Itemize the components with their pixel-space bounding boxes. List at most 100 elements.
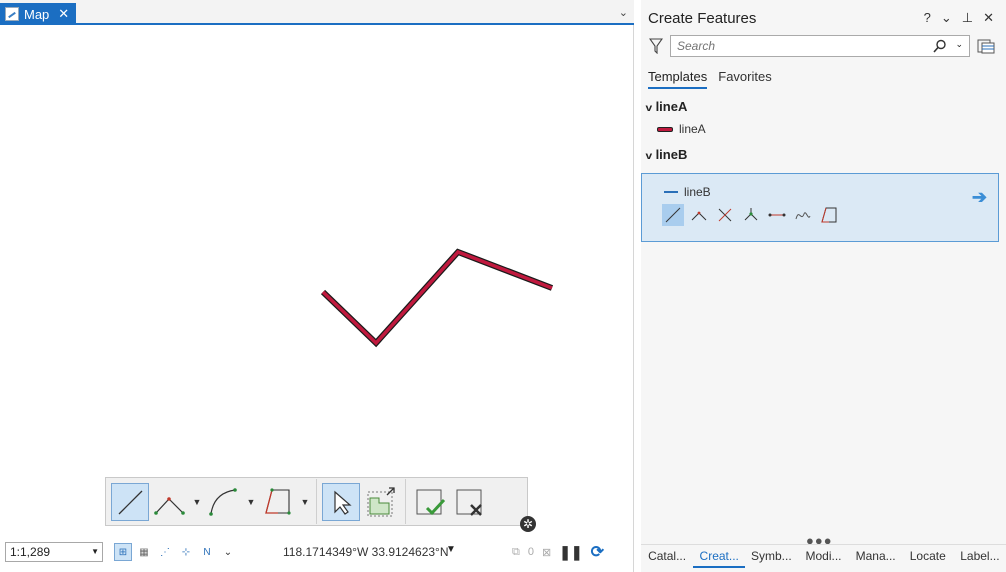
cursor-arrow-icon bbox=[334, 490, 352, 515]
chevron-down-icon[interactable]: ▼ bbox=[244, 497, 258, 507]
help-icon[interactable]: ? bbox=[924, 10, 931, 26]
midpoint-icon bbox=[718, 208, 732, 222]
midpoint-button[interactable] bbox=[714, 204, 736, 226]
trace-button[interactable] bbox=[818, 204, 840, 226]
correction-icon[interactable]: ⊹ bbox=[177, 543, 195, 561]
endpoint-arc-button[interactable] bbox=[740, 204, 762, 226]
template-linea[interactable]: lineA bbox=[657, 122, 706, 136]
status-bar-right: ⧉ 0 ⊠ ❚❚ ⟳ bbox=[512, 542, 604, 562]
line-feature[interactable] bbox=[320, 248, 554, 348]
template-label: lineB bbox=[684, 185, 711, 199]
pin-icon[interactable]: ⊥ bbox=[962, 10, 973, 26]
template-lineb-header: lineB bbox=[664, 185, 711, 199]
grid-icon[interactable]: ▦ bbox=[135, 543, 153, 561]
chevron-down-icon[interactable]: ▼ bbox=[298, 497, 312, 507]
line-tool-button[interactable] bbox=[111, 482, 149, 521]
select-by-extent-button[interactable] bbox=[362, 483, 400, 521]
chevron-down-icon[interactable]: ▼ bbox=[446, 544, 456, 555]
filter-extent-icon[interactable]: ⊠ bbox=[542, 546, 551, 559]
freehand-icon bbox=[795, 212, 811, 220]
finish-tools-group bbox=[406, 479, 494, 524]
line-symbol-swatch bbox=[657, 126, 673, 132]
pane-title: Create Features bbox=[648, 10, 757, 27]
map-tab[interactable]: Map ✕ bbox=[0, 3, 76, 25]
construction-toolbar: ▼ ▼ ▼ bbox=[105, 477, 528, 526]
line-feature-fill bbox=[321, 249, 553, 346]
chevron-down-icon[interactable]: ⌄ bbox=[941, 10, 952, 26]
selected-features-icon[interactable]: ⧉ bbox=[512, 546, 520, 559]
map-canvas[interactable] bbox=[0, 27, 634, 472]
tab-labeling[interactable]: Label... bbox=[954, 545, 1006, 568]
pause-icon[interactable]: ❚❚ bbox=[559, 544, 582, 561]
construction-tools-group: ▼ ▼ ▼ bbox=[106, 479, 317, 524]
tab-create-features[interactable]: Creat... bbox=[693, 545, 746, 568]
group-label: lineA bbox=[655, 99, 688, 114]
chevron-down-icon: v bbox=[645, 151, 653, 162]
line-symbol-swatch bbox=[664, 191, 678, 193]
endpoint-icon bbox=[744, 208, 758, 221]
map-tab-bar: Map ✕ ⌄ bbox=[0, 0, 634, 25]
chevron-down-icon[interactable]: ⌄ bbox=[219, 543, 237, 561]
scale-value: 1:1,289 bbox=[10, 545, 51, 559]
finish-sketch-button[interactable] bbox=[411, 483, 449, 521]
line-tool-button[interactable] bbox=[662, 204, 684, 226]
map-pane: Map ✕ ⌄ ▼ ▼ ▼ ✲ 1:1,289 ▼ ⊞ ▦ ⋰ ⊹ N ⌄ 11… bbox=[0, 0, 634, 572]
tab-manage[interactable]: Mana... bbox=[850, 545, 902, 568]
cancel-x-icon bbox=[456, 489, 482, 516]
snapping-icon[interactable]: ⊞ bbox=[114, 543, 132, 561]
arc-segment-button[interactable] bbox=[205, 483, 243, 521]
tab-symbology[interactable]: Symb... bbox=[745, 545, 797, 568]
template-lineb[interactable]: lineB ➔ bbox=[641, 173, 999, 242]
close-icon[interactable]: ✕ bbox=[58, 6, 69, 22]
template-tools bbox=[662, 204, 840, 226]
pane-controls: ? ⌄ ⊥ ✕ bbox=[924, 10, 994, 26]
gear-icon[interactable]: ✲ bbox=[520, 516, 536, 532]
close-icon[interactable]: ✕ bbox=[983, 10, 994, 26]
create-features-pane: Create Features ? ⌄ ⊥ ✕ ⌄ Templates Favo… bbox=[641, 0, 1006, 572]
search-input-box: ⌄ bbox=[670, 35, 970, 57]
chevron-down-icon[interactable]: ⌄ bbox=[955, 39, 963, 50]
tab-catalog[interactable]: Catal... bbox=[641, 545, 693, 568]
group-label: lineB bbox=[655, 147, 688, 162]
freehand-button[interactable] bbox=[792, 204, 814, 226]
right-angle-line-icon bbox=[154, 496, 185, 515]
manage-templates-icon[interactable] bbox=[977, 38, 995, 54]
right-angle-line-button[interactable] bbox=[151, 483, 189, 521]
selection-tools-group bbox=[317, 479, 406, 524]
arrow-right-icon[interactable]: ➔ bbox=[972, 187, 987, 208]
line-icon bbox=[665, 207, 681, 223]
search-input[interactable] bbox=[671, 36, 911, 56]
north-arrow-icon[interactable]: N bbox=[198, 543, 216, 561]
distance-distance-button[interactable] bbox=[766, 204, 788, 226]
map-icon bbox=[5, 7, 19, 21]
snapping-controls: ⊞ ▦ ⋰ ⊹ N ⌄ bbox=[114, 543, 237, 561]
chevron-down-icon[interactable]: ⌄ bbox=[619, 6, 628, 19]
group-lineb[interactable]: v lineB bbox=[645, 147, 688, 162]
constraints-icon[interactable]: ⋰ bbox=[156, 543, 174, 561]
chevron-down-icon[interactable]: ▼ bbox=[91, 543, 99, 561]
tab-favorites[interactable]: Favorites bbox=[718, 69, 771, 89]
scale-selector[interactable]: 1:1,289 ▼ bbox=[5, 542, 103, 562]
filter-icon[interactable] bbox=[649, 38, 663, 54]
select-tool-button[interactable] bbox=[322, 482, 360, 521]
search-icon[interactable] bbox=[933, 39, 947, 53]
chevron-down-icon: v bbox=[645, 103, 653, 114]
refresh-icon[interactable]: ⟳ bbox=[591, 542, 604, 562]
tab-locate[interactable]: Locate bbox=[902, 545, 954, 568]
template-label: lineA bbox=[679, 122, 706, 136]
cancel-sketch-button[interactable] bbox=[451, 483, 489, 521]
pane-tabs: Templates Favorites bbox=[648, 69, 772, 89]
right-angle-line-button[interactable] bbox=[688, 204, 710, 226]
tab-modify[interactable]: Modi... bbox=[797, 545, 849, 568]
trace-tool-button[interactable] bbox=[259, 483, 297, 521]
selected-count: 0 bbox=[527, 546, 534, 558]
trace-icon bbox=[265, 487, 291, 515]
tab-templates[interactable]: Templates bbox=[648, 69, 708, 89]
select-polygon-icon bbox=[367, 486, 395, 516]
trace-icon bbox=[821, 207, 837, 223]
map-tab-label: Map bbox=[24, 6, 50, 22]
coordinate-readout: 118.1714349°W 33.9124623°N bbox=[283, 545, 449, 559]
group-linea[interactable]: v lineA bbox=[645, 99, 688, 114]
map-status-bar: 1:1,289 ▼ ⊞ ▦ ⋰ ⊹ N ⌄ 118.1714349°W 33.9… bbox=[0, 540, 634, 564]
chevron-down-icon[interactable]: ▼ bbox=[190, 497, 204, 507]
